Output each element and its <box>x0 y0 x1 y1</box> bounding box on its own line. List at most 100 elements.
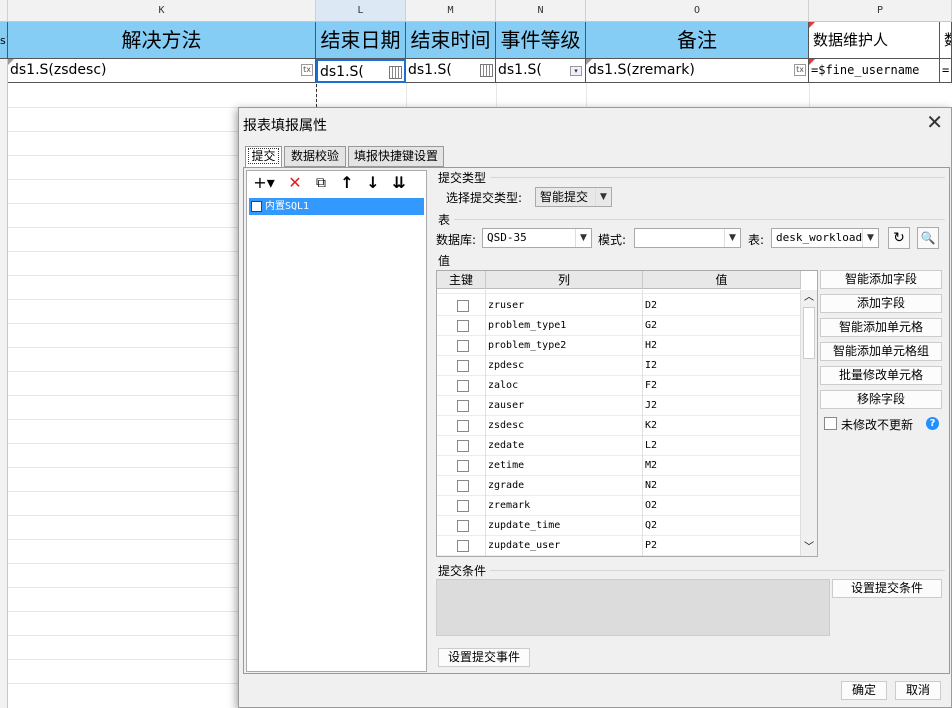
table-select[interactable]: desk_workload ▼ <box>771 228 879 248</box>
tab-submit[interactable]: 提交 <box>245 146 282 168</box>
primary-key-checkbox[interactable] <box>457 320 469 332</box>
table-row[interactable]: zremark O2 <box>437 496 801 516</box>
table-row-partial[interactable] <box>437 290 801 304</box>
batch-edit-cell-button[interactable]: 批量修改单元格 <box>820 366 942 385</box>
header-cell-partial-right[interactable]: 数 <box>940 22 952 59</box>
column-header-p[interactable]: P <box>809 0 952 22</box>
primary-key-checkbox[interactable] <box>457 540 469 552</box>
scroll-thumb[interactable] <box>803 307 815 359</box>
tree-item-sql-label: 内置SQL1 <box>265 201 310 212</box>
column-header-k[interactable]: K <box>8 0 316 22</box>
table-row[interactable]: zpdesc I2 <box>437 356 801 376</box>
move-up-icon[interactable]: ↑ <box>338 175 356 191</box>
primary-key-checkbox[interactable] <box>457 480 469 492</box>
skip-unmodified-checkbox[interactable] <box>824 417 837 430</box>
table-row[interactable]: problem_type2 H2 <box>437 336 801 356</box>
report-fill-properties-dialog: 报表填报属性 ✕ 提交 数据校验 填报快捷键设置 +▾ ✕ ⧉ ↑ ↓ ⇊ 内置… <box>238 107 952 708</box>
selection-guide <box>316 84 317 107</box>
table-row[interactable]: zgrade N2 <box>437 476 801 496</box>
data-cell-solution[interactable]: ds1.S(zsdesc) tx <box>8 59 316 83</box>
smart-add-field-button[interactable]: 智能添加字段 <box>820 270 942 289</box>
move-down-icon[interactable]: ↓ <box>364 175 382 191</box>
table-row[interactable]: zauser J2 <box>437 396 801 416</box>
primary-key-checkbox[interactable] <box>457 340 469 352</box>
scroll-up-icon[interactable]: ︿ <box>801 290 817 306</box>
header-cell-event-level[interactable]: 事件等级 <box>496 22 586 59</box>
database-select[interactable]: QSD-35 ▼ <box>482 228 592 248</box>
submit-type-select[interactable]: 智能提交 ▼ <box>535 187 612 207</box>
column-header-primary-key[interactable]: 主键 <box>437 271 486 289</box>
primary-key-checkbox[interactable] <box>457 360 469 372</box>
tab-shortcut-settings[interactable]: 填报快捷键设置 <box>348 146 444 167</box>
header-cell-end-time[interactable]: 结束时间 <box>406 22 496 59</box>
table-row[interactable]: zaloc F2 <box>437 376 801 396</box>
row-column: zedate <box>488 440 525 451</box>
header-cell-end-date[interactable]: 结束日期 <box>316 22 406 59</box>
chevron-down-icon: ▼ <box>575 229 591 247</box>
refresh-icon[interactable]: ↻ <box>888 227 910 249</box>
smart-add-cell-button[interactable]: 智能添加单元格 <box>820 318 942 337</box>
column-header-m[interactable]: M <box>406 0 496 22</box>
column-header-l[interactable]: L <box>316 0 406 22</box>
column-header-value[interactable]: 值 <box>643 271 801 289</box>
primary-key-checkbox[interactable] <box>457 460 469 472</box>
header-cell-remark[interactable]: 备注 <box>586 22 809 59</box>
delete-icon[interactable]: ✕ <box>286 175 304 191</box>
row-column: problem_type1 <box>488 320 567 331</box>
row-value: N2 <box>645 480 658 491</box>
tree-item-sql[interactable]: 内置SQL1 <box>249 198 424 215</box>
table-row[interactable]: zsdesc K2 <box>437 416 801 436</box>
primary-key-checkbox[interactable] <box>457 500 469 512</box>
row-value: M2 <box>645 460 658 471</box>
primary-key-checkbox[interactable] <box>457 380 469 392</box>
primary-key-checkbox[interactable] <box>457 300 469 312</box>
data-cell-maintainer[interactable]: =$fine_username <box>809 59 940 83</box>
schema-select[interactable]: ▼ <box>634 228 741 248</box>
schema-label: 模式: <box>598 233 627 247</box>
table-row[interactable]: zupdate_time Q2 <box>437 516 801 536</box>
primary-key-checkbox[interactable] <box>457 520 469 532</box>
column-header-column[interactable]: 列 <box>486 271 643 289</box>
remove-field-button[interactable]: 移除字段 <box>820 390 942 409</box>
add-icon[interactable]: +▾ <box>253 175 275 191</box>
move-bottom-icon[interactable]: ⇊ <box>390 175 408 191</box>
close-icon[interactable]: ✕ <box>926 112 943 132</box>
row-value: D2 <box>645 300 658 311</box>
header-cell-maintainer[interactable]: 数据维护人 <box>809 22 940 59</box>
set-event-button[interactable]: 设置提交事件 <box>438 648 530 667</box>
column-header-o[interactable]: O <box>586 0 809 22</box>
row-column: zaloc <box>488 380 519 391</box>
ok-button[interactable]: 确定 <box>841 681 887 700</box>
data-cell-partial-right[interactable]: = <box>940 59 952 83</box>
data-cell-solution-text: ds1.S(zsdesc) <box>10 62 107 78</box>
copy-icon[interactable]: ⧉ <box>312 175 330 191</box>
table-scrollbar[interactable]: ︿ ﹀ <box>800 290 817 556</box>
row-value: K2 <box>645 420 658 431</box>
header-cell-solution[interactable]: 解决方法 <box>8 22 316 59</box>
submit-type-value: 智能提交 <box>540 190 589 204</box>
header-cell-partial[interactable]: s) <box>0 22 8 59</box>
data-cell-remark[interactable]: ds1.S(zremark) tx <box>586 59 809 83</box>
data-cell-end-time[interactable]: ds1.S( <box>406 59 496 83</box>
data-cell-event-level[interactable]: ds1.S(▾ <box>496 59 586 83</box>
table-row[interactable]: zetime M2 <box>437 456 801 476</box>
cancel-button[interactable]: 取消 <box>895 681 941 700</box>
table-row[interactable]: zupdate_user P2 <box>437 536 801 556</box>
primary-key-checkbox[interactable] <box>457 420 469 432</box>
smart-add-cell-group-button[interactable]: 智能添加单元格组 <box>820 342 942 361</box>
table-row[interactable]: zruser D2 <box>437 296 801 316</box>
row-value: F2 <box>645 380 658 391</box>
add-field-button[interactable]: 添加字段 <box>820 294 942 313</box>
column-header-n[interactable]: N <box>496 0 586 22</box>
help-icon[interactable]: ? <box>926 417 939 430</box>
primary-key-checkbox[interactable] <box>457 400 469 412</box>
set-condition-button[interactable]: 设置提交条件 <box>832 579 942 598</box>
search-table-icon[interactable]: 🔍 <box>917 227 939 249</box>
table-row[interactable]: problem_type1 G2 <box>437 316 801 336</box>
scroll-down-icon[interactable]: ﹀ <box>801 540 817 556</box>
field-mapping-table: 主键 列 值 zruser D2 problem_type1 G2 problem_… <box>436 270 818 557</box>
tab-data-validation[interactable]: 数据校验 <box>284 146 346 167</box>
primary-key-checkbox[interactable] <box>457 440 469 452</box>
data-cell-end-date[interactable]: ds1.S( <box>316 59 406 83</box>
table-row[interactable]: zedate L2 <box>437 436 801 456</box>
